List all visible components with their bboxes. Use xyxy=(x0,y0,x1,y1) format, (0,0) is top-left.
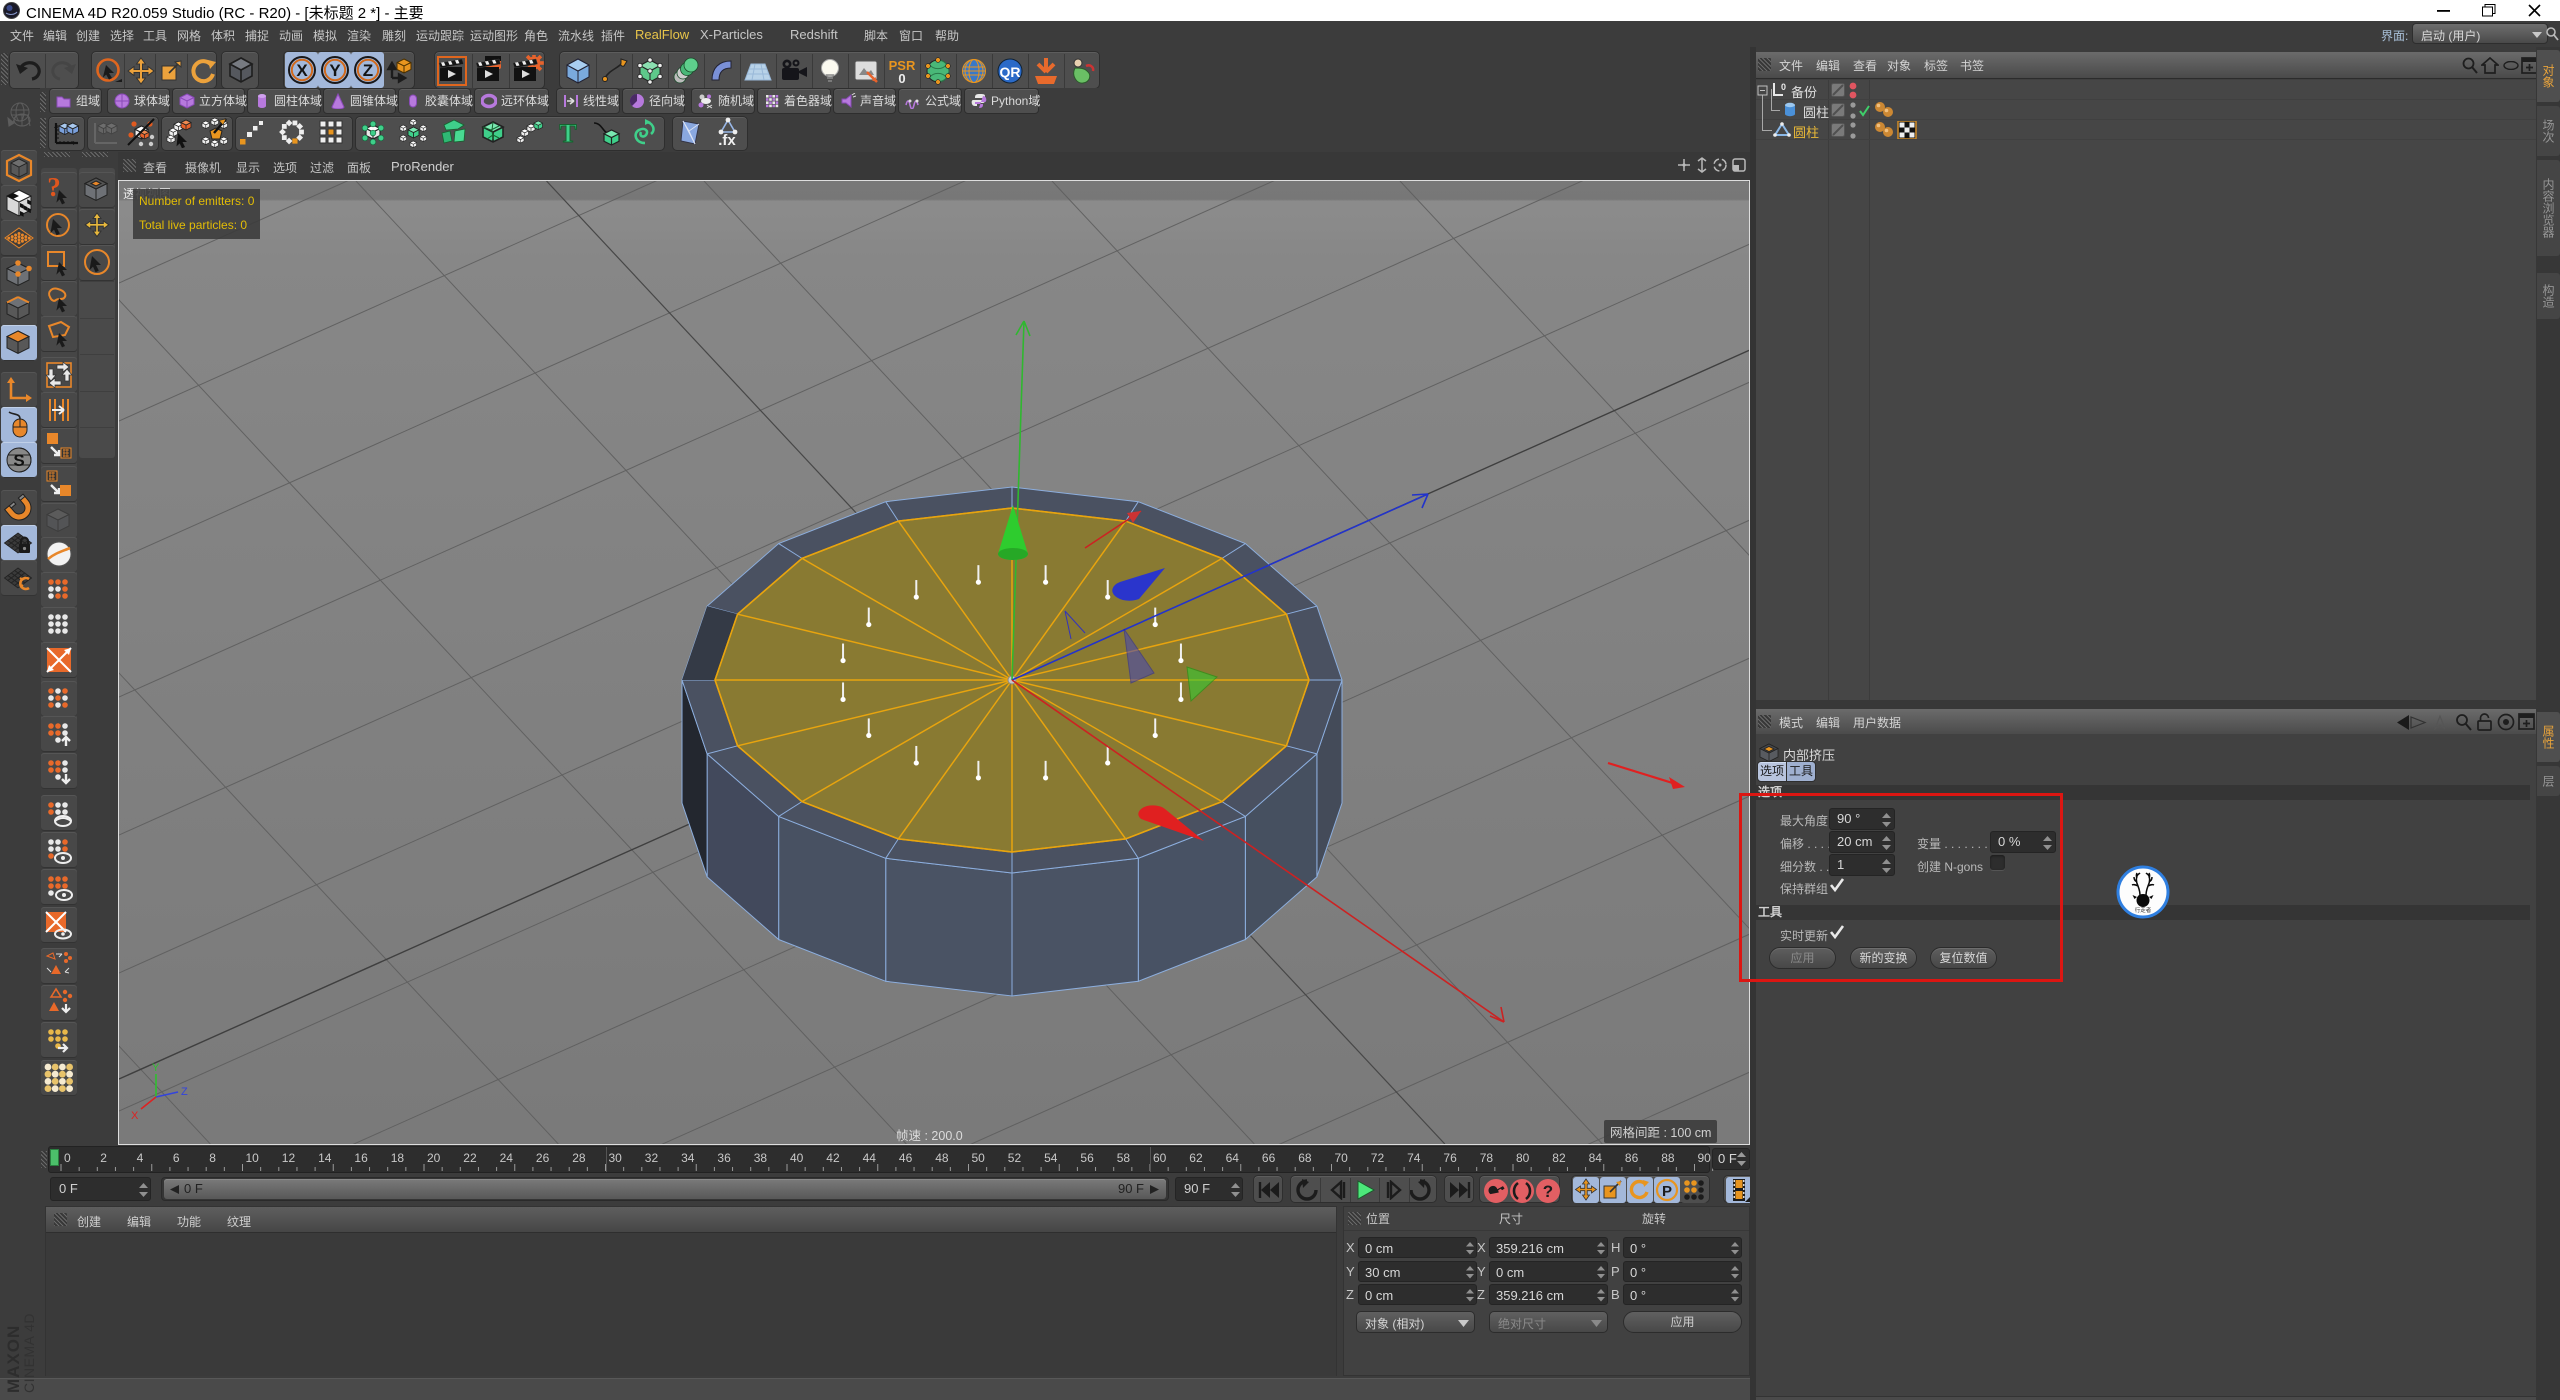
svg-text:Z: Z xyxy=(363,61,373,80)
svg-text:0: 0 xyxy=(898,71,905,86)
svg-text:Z: Z xyxy=(181,1086,188,1098)
svg-text:行走者: 行走者 xyxy=(2135,906,2152,914)
svg-text:.fx: .fx xyxy=(718,132,736,148)
svg-text:P: P xyxy=(1662,1183,1672,1200)
svg-text:X: X xyxy=(131,1110,139,1122)
svg-text:X: X xyxy=(296,61,308,80)
svg-text:Y: Y xyxy=(329,61,341,80)
svg-text:S: S xyxy=(13,451,24,470)
svg-text:?: ? xyxy=(1543,1182,1553,1201)
svg-text:Y: Y xyxy=(152,1062,160,1074)
svg-text:T: T xyxy=(559,119,576,148)
svg-text:QR: QR xyxy=(1000,64,1021,80)
